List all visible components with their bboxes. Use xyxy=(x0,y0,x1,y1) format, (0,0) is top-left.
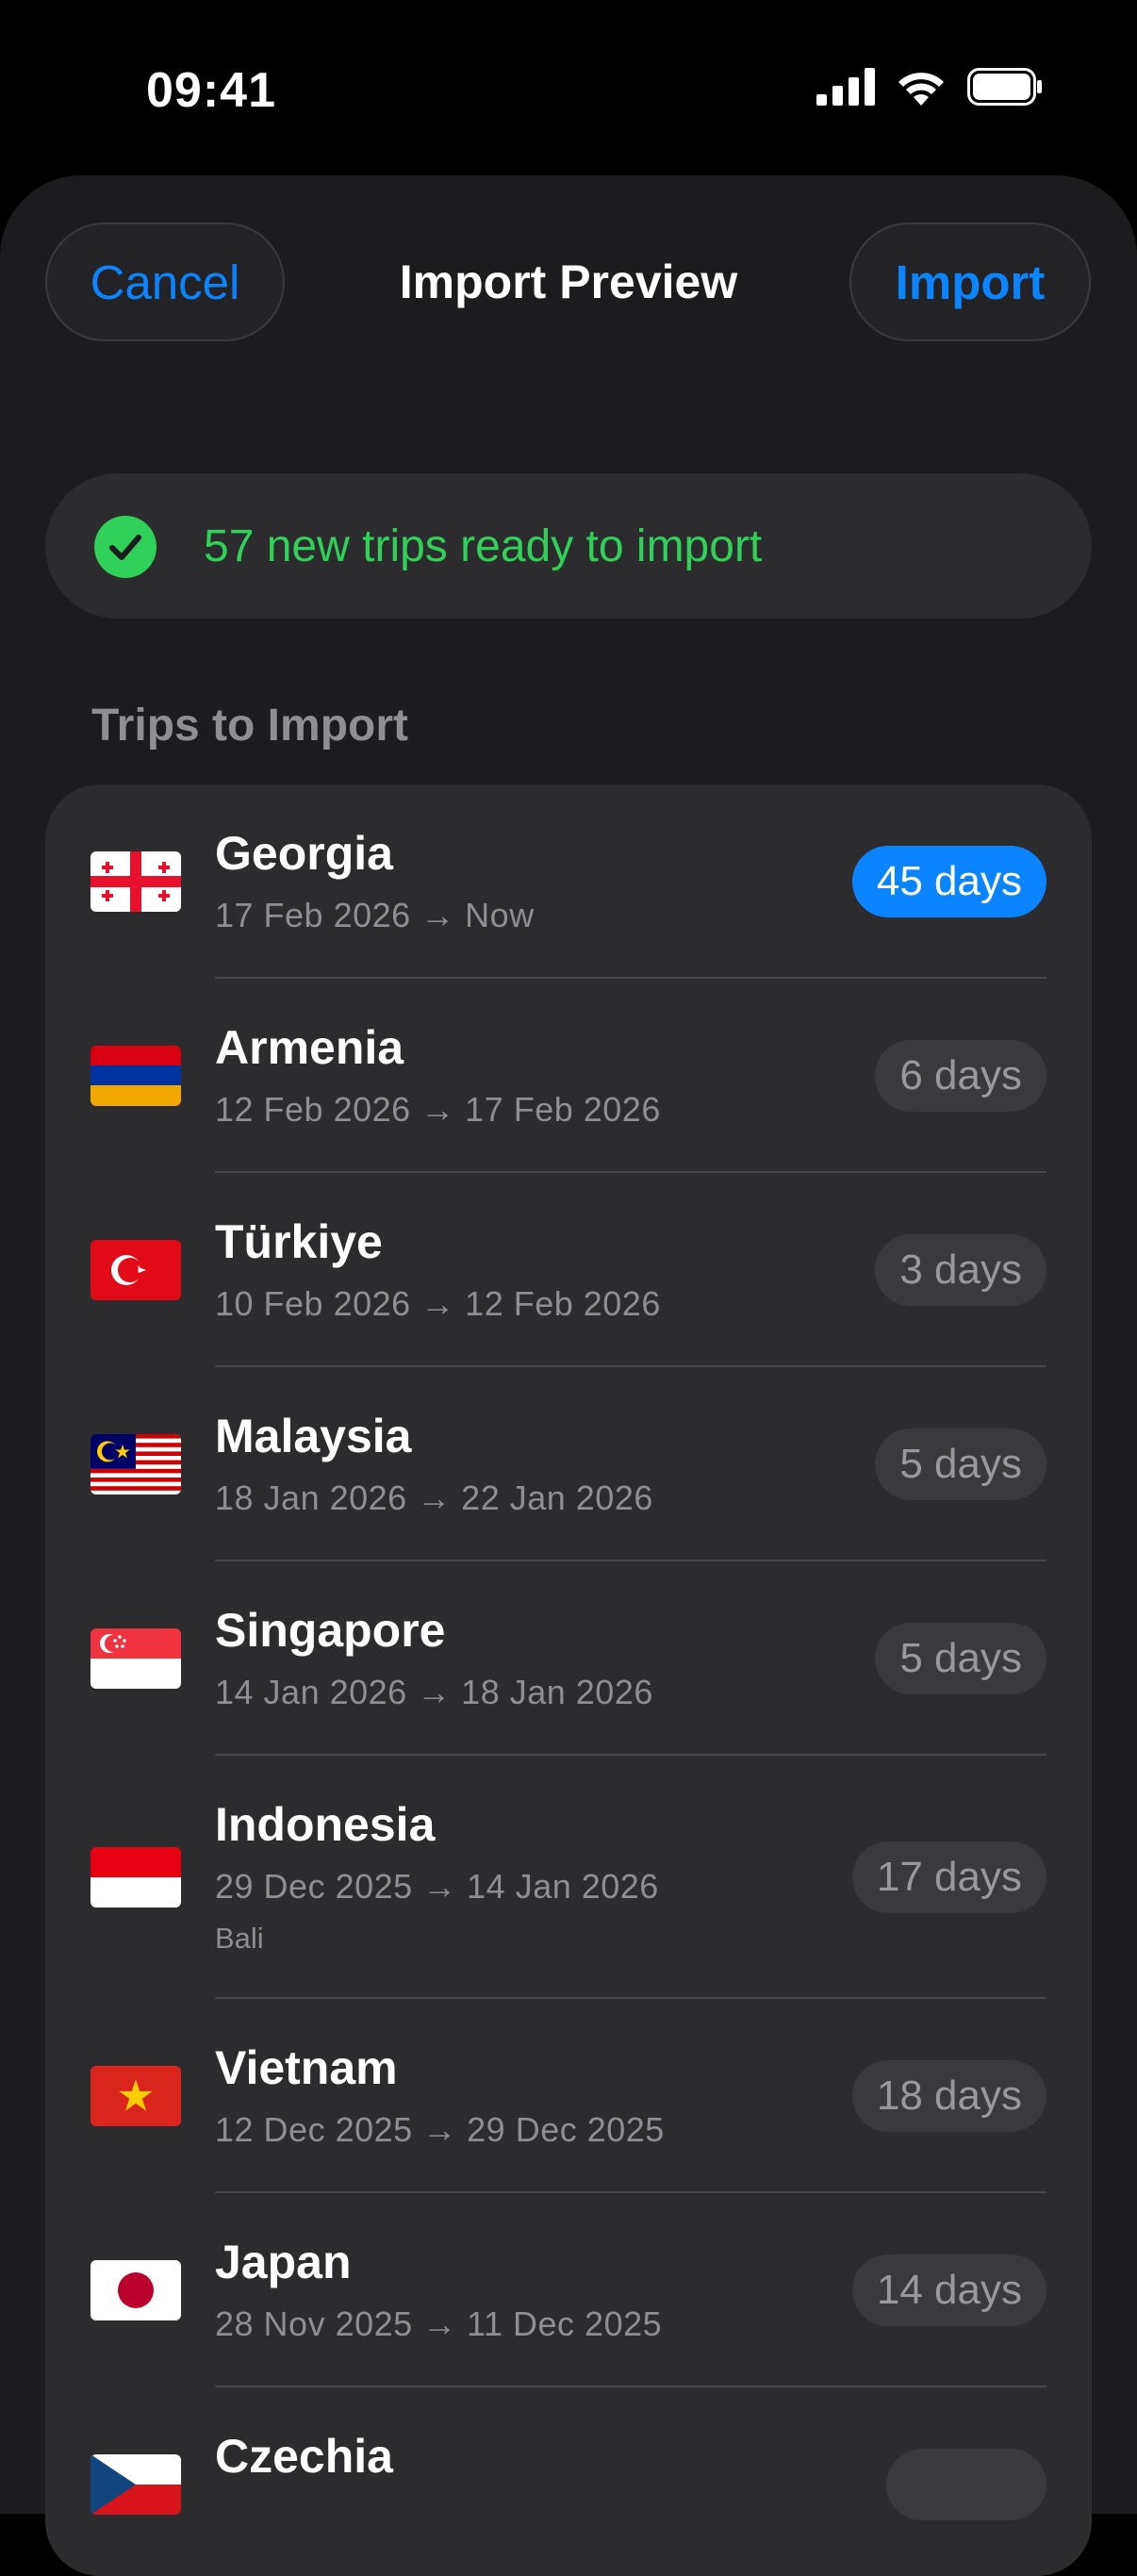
trip-duration-badge: 14 days xyxy=(851,2254,1046,2326)
status-icons xyxy=(816,68,1043,106)
section-header: Trips to Import xyxy=(91,701,408,751)
trip-row-georgia[interactable]: Georgia 17 Feb 2026 → Now 45 days xyxy=(45,784,1092,979)
trip-dates: 12 Dec 2025 → 29 Dec 2025 xyxy=(215,2110,665,2149)
trip-note: Bali xyxy=(215,1922,264,1955)
trip-country: Türkiye xyxy=(215,1215,383,1268)
trip-country: Malaysia xyxy=(215,1410,412,1462)
status-bar: 09:41 xyxy=(0,0,1137,179)
malaysia-flag-icon xyxy=(91,1434,181,1494)
trip-duration-badge: 3 days xyxy=(875,1234,1046,1306)
trip-row-japan[interactable]: Japan 28 Nov 2025 → 11 Dec 2025 14 days xyxy=(45,2193,1092,2387)
trip-dates: 18 Jan 2026 → 22 Jan 2026 xyxy=(215,1478,653,1517)
banner-text: 57 new trips ready to import xyxy=(204,521,763,571)
trip-duration-badge: 17 days xyxy=(851,1841,1046,1913)
trip-country: Vietnam xyxy=(215,2041,398,2094)
signal-icon xyxy=(816,68,875,106)
trip-country: Singapore xyxy=(215,1604,446,1657)
status-time: 09:41 xyxy=(146,63,276,118)
trip-country: Indonesia xyxy=(215,1798,436,1851)
czechia-flag-icon xyxy=(91,2454,181,2515)
trip-duration-badge: 6 days xyxy=(875,1040,1046,1112)
georgia-flag-icon xyxy=(91,851,181,912)
trip-row-indonesia[interactable]: Indonesia 29 Dec 2025 → 14 Jan 2026 Bali… xyxy=(45,1756,1092,1999)
import-button[interactable]: Import xyxy=(849,223,1091,341)
trip-duration-badge: 45 days xyxy=(851,846,1046,917)
trip-row-armenia[interactable]: Armenia 12 Feb 2026 → 17 Feb 2026 6 days xyxy=(45,979,1092,1173)
turkiye-flag-icon xyxy=(91,1240,181,1300)
ready-banner: 57 new trips ready to import xyxy=(45,473,1092,619)
trip-dates: 17 Feb 2026 → Now xyxy=(215,896,535,934)
armenia-flag-icon xyxy=(91,1046,181,1106)
battery-icon xyxy=(967,68,1042,106)
trip-duration-badge: 5 days xyxy=(875,1428,1046,1500)
japan-flag-icon xyxy=(91,2260,181,2320)
trip-duration-badge xyxy=(886,2449,1046,2520)
trip-country: Japan xyxy=(215,2236,352,2288)
trip-duration-badge: 5 days xyxy=(875,1623,1046,1694)
trip-row-singapore[interactable]: Singapore 14 Jan 2026 → 18 Jan 2026 5 da… xyxy=(45,1561,1092,1756)
trip-duration-badge: 18 days xyxy=(851,2060,1046,2132)
trip-row-malaysia[interactable]: Malaysia 18 Jan 2026 → 22 Jan 2026 5 day… xyxy=(45,1367,1092,1561)
trip-row-czechia[interactable]: Czechia xyxy=(45,2387,1092,2576)
trip-dates: 10 Feb 2026 → 12 Feb 2026 xyxy=(215,1284,661,1323)
singapore-flag-icon xyxy=(91,1628,181,1689)
trip-row-turkiye[interactable]: Türkiye 10 Feb 2026 → 12 Feb 2026 3 days xyxy=(45,1173,1092,1367)
indonesia-flag-icon xyxy=(91,1847,181,1907)
trip-country: Armenia xyxy=(215,1021,404,1074)
trip-dates: 12 Feb 2026 → 17 Feb 2026 xyxy=(215,1090,661,1129)
import-button-label: Import xyxy=(895,255,1046,309)
wifi-icon xyxy=(898,73,944,106)
trip-row-vietnam[interactable]: Vietnam 12 Dec 2025 → 29 Dec 2025 18 day… xyxy=(45,1999,1092,2193)
vietnam-flag-icon xyxy=(91,2066,181,2126)
trip-dates: 28 Nov 2025 → 11 Dec 2025 xyxy=(215,2304,663,2343)
trip-country: Georgia xyxy=(215,827,393,880)
trip-list: Georgia 17 Feb 2026 → Now 45 days Armeni… xyxy=(45,784,1092,2576)
trip-dates: 14 Jan 2026 → 18 Jan 2026 xyxy=(215,1673,653,1711)
trip-dates: 29 Dec 2025 → 14 Jan 2026 xyxy=(215,1867,659,1906)
trip-country: Czechia xyxy=(215,2430,393,2483)
checkmark-circle-icon xyxy=(94,516,157,578)
